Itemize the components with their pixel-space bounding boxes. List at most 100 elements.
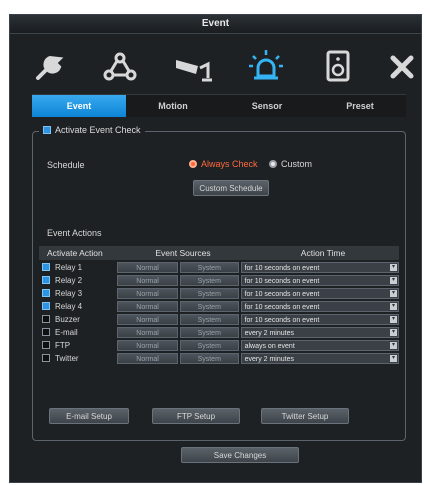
table-row: Twitter Normal System every 2 minutes ▾ xyxy=(39,352,400,364)
source-normal-button[interactable]: Normal xyxy=(117,339,178,351)
action-time-value: for 10 seconds on event xyxy=(244,264,320,272)
window-title: Event xyxy=(10,15,421,34)
action-time-select[interactable]: always on event ▾ xyxy=(240,339,400,351)
source-normal-button[interactable]: Normal xyxy=(117,287,178,299)
table-row: Relay 1 Normal System for 10 seconds on eve… xyxy=(39,261,400,273)
email-setup-button[interactable]: E-mail Setup xyxy=(49,408,129,424)
tab-event[interactable]: Event xyxy=(32,95,126,117)
source-system-button[interactable]: System xyxy=(179,339,239,351)
action-cell: Twitter xyxy=(39,354,117,363)
tab-bar: Event Motion Sensor Preset xyxy=(32,94,406,117)
header-event-sources: Event Sources xyxy=(155,248,211,258)
activate-event-checkbox[interactable] xyxy=(43,126,51,134)
action-time-select[interactable]: every 2 minutes ▾ xyxy=(240,352,400,364)
always-check-option[interactable]: Always Check xyxy=(189,159,258,169)
ftp-setup-button[interactable]: FTP Setup xyxy=(152,408,240,424)
action-cell: Relay 4 xyxy=(39,302,117,311)
table-body: Relay 1 Normal System for 10 seconds on eve… xyxy=(39,261,400,364)
action-name: Relay 1 xyxy=(55,262,83,272)
action-name: FTP xyxy=(55,340,71,350)
action-time-value: for 10 seconds on event xyxy=(244,316,320,324)
source-system-button[interactable]: System xyxy=(179,352,239,364)
header-action-time: Action Time xyxy=(300,248,346,258)
source-system-button[interactable]: System xyxy=(179,274,239,286)
always-check-label: Always Check xyxy=(201,159,258,169)
action-checkbox[interactable] xyxy=(42,315,50,323)
save-changes-button[interactable]: Save Changes xyxy=(181,447,299,463)
wrench-icon[interactable] xyxy=(28,44,72,88)
action-checkbox[interactable] xyxy=(42,289,50,297)
source-system-button[interactable]: System xyxy=(179,326,239,338)
schedule-label: Schedule xyxy=(47,160,85,170)
action-time-value: every 2 minutes xyxy=(244,355,294,363)
action-checkbox[interactable] xyxy=(42,302,50,310)
chevron-down-icon[interactable]: ▾ xyxy=(390,289,398,297)
action-cell: Relay 2 xyxy=(39,276,117,285)
chevron-down-icon[interactable]: ▾ xyxy=(390,263,398,271)
action-cell: Buzzer xyxy=(39,315,117,324)
custom-radio[interactable] xyxy=(269,160,277,168)
activate-event-legend: Activate Event Check xyxy=(39,125,145,135)
always-check-radio[interactable] xyxy=(189,160,197,168)
action-time-select[interactable]: for 10 seconds on event ▾ xyxy=(240,300,400,312)
event-actions-table: Activate Action Event Sources Action Tim… xyxy=(39,246,400,364)
speaker-icon[interactable] xyxy=(316,44,360,88)
chevron-down-icon[interactable]: ▾ xyxy=(390,354,398,362)
custom-label: Custom xyxy=(281,159,313,169)
action-checkbox[interactable] xyxy=(42,328,50,336)
custom-option[interactable]: Custom xyxy=(269,159,312,169)
action-checkbox[interactable] xyxy=(42,276,50,284)
source-system-button[interactable]: System xyxy=(179,261,239,273)
action-time-value: for 10 seconds on event xyxy=(244,277,320,285)
action-time-select[interactable]: for 10 seconds on event ▾ xyxy=(240,274,400,286)
chevron-down-icon[interactable]: ▾ xyxy=(390,302,398,310)
event-panel: Activate Event Check Schedule Always Che… xyxy=(32,125,406,463)
table-header: Activate Action Event Sources Action Tim… xyxy=(39,246,399,260)
table-row: Relay 3 Normal System for 10 seconds on eve… xyxy=(39,287,400,299)
tab-preset[interactable]: Preset xyxy=(314,95,406,117)
source-normal-button[interactable]: Normal xyxy=(117,352,178,364)
chevron-down-icon[interactable]: ▾ xyxy=(390,276,398,284)
table-row: Relay 2 Normal System for 10 seconds on eve… xyxy=(39,274,400,286)
toolbar xyxy=(10,34,421,98)
action-time-value: always on event xyxy=(244,342,295,350)
close-icon[interactable] xyxy=(380,44,424,88)
source-normal-button[interactable]: Normal xyxy=(117,313,178,325)
chevron-down-icon[interactable]: ▾ xyxy=(390,341,398,349)
action-cell: FTP xyxy=(39,341,117,350)
source-normal-button[interactable]: Normal xyxy=(117,261,178,273)
chevron-down-icon[interactable]: ▾ xyxy=(390,315,398,323)
action-time-select[interactable]: for 10 seconds on event ▾ xyxy=(240,313,400,325)
source-normal-button[interactable]: Normal xyxy=(117,326,178,338)
camera-icon[interactable] xyxy=(172,44,216,88)
tab-motion[interactable]: Motion xyxy=(126,95,220,117)
action-checkbox[interactable] xyxy=(42,263,50,271)
alarm-light-icon[interactable] xyxy=(244,44,288,88)
source-system-button[interactable]: System xyxy=(179,287,239,299)
action-time-select[interactable]: for 10 seconds on event ▾ xyxy=(240,261,400,273)
action-time-value: for 10 seconds on event xyxy=(244,303,320,311)
action-time-value: for 10 seconds on event xyxy=(244,290,320,298)
source-normal-button[interactable]: Normal xyxy=(117,274,178,286)
table-row: Buzzer Normal System for 10 seconds on even… xyxy=(39,313,400,325)
chevron-down-icon[interactable]: ▾ xyxy=(390,328,398,336)
action-name: Buzzer xyxy=(55,314,80,324)
twitter-setup-button[interactable]: Twitter Setup xyxy=(261,408,349,424)
action-cell: Relay 3 xyxy=(39,289,117,298)
action-name: E-mail xyxy=(55,327,78,337)
action-checkbox[interactable] xyxy=(42,341,50,349)
action-checkbox[interactable] xyxy=(42,354,50,362)
source-system-button[interactable]: System xyxy=(179,300,239,312)
action-time-select[interactable]: every 2 minutes ▾ xyxy=(240,326,400,338)
event-window: Event Event Motion Sensor Preset Activat… xyxy=(9,14,422,483)
activate-event-label: Activate Event Check xyxy=(55,125,141,135)
custom-schedule-button[interactable]: Custom Schedule xyxy=(193,180,269,196)
table-row: E-mail Normal System every 2 minutes ▾ xyxy=(39,326,400,338)
tab-sensor[interactable]: Sensor xyxy=(220,95,314,117)
action-time-select[interactable]: for 10 seconds on event ▾ xyxy=(240,287,400,299)
source-normal-button[interactable]: Normal xyxy=(117,300,178,312)
source-system-button[interactable]: System xyxy=(179,313,239,325)
header-activate-action: Activate Action xyxy=(47,248,103,258)
network-icon[interactable] xyxy=(98,44,142,88)
action-cell: Relay 1 xyxy=(39,263,117,272)
